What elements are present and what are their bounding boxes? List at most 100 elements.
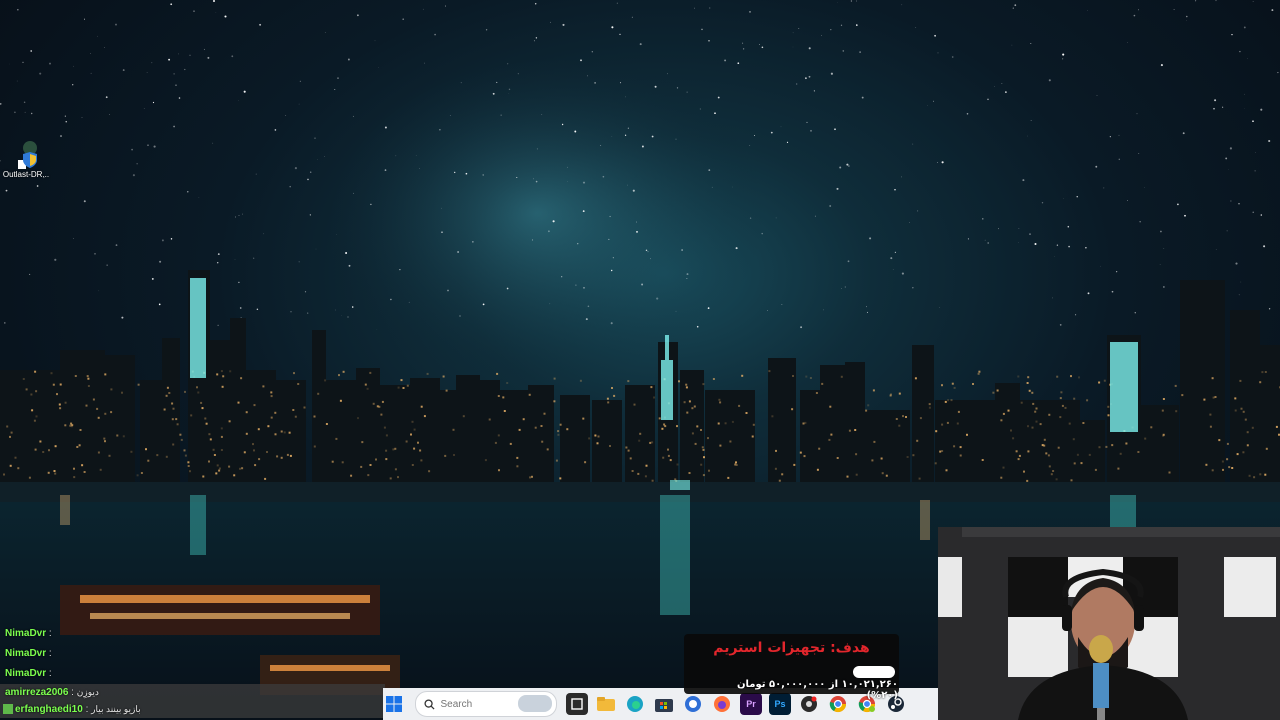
building-light [413,447,416,450]
star [836,187,839,190]
star [786,141,789,144]
building-light [213,454,216,456]
desktop-shortcut-outlast[interactable]: Outlast-DR... [2,140,50,179]
building-light [76,446,79,448]
star [850,0,853,2]
building-light [559,477,562,480]
building-light [966,433,968,436]
building-light [498,469,500,472]
building-light [1018,454,1021,457]
building-light [497,434,500,437]
building-light [216,464,219,467]
windows-start-icon[interactable] [383,693,405,715]
building-light [1211,377,1214,380]
taskbar-search-box[interactable] [414,691,557,717]
star [694,7,695,9]
star [533,40,535,42]
building-light [394,468,397,471]
star [1176,203,1179,206]
star [834,128,836,131]
search-icon [423,695,435,714]
building-light [712,378,715,380]
building-light [528,393,531,396]
building-light [1105,445,1108,448]
building-light [941,450,944,452]
building-light [400,379,403,382]
building-light [625,446,628,449]
building-light [799,451,802,454]
building-light [731,420,734,423]
microsoft-store-icon[interactable] [653,693,675,715]
building-light [58,403,61,406]
star [1225,157,1228,160]
building-light [708,469,710,472]
building-light [116,434,119,437]
building-light [693,405,696,408]
building-light [803,455,806,458]
star [982,218,984,220]
building-light [631,470,634,472]
building-light [262,385,265,388]
star [580,59,582,62]
star [1096,95,1098,96]
building-light [190,414,193,417]
desktop-shortcut-label: Outlast-DR... [2,170,50,179]
star [449,115,451,116]
star [14,111,16,114]
star [454,171,456,174]
star [90,53,91,54]
building-light [34,370,37,373]
building-light [771,415,774,418]
star [516,176,518,179]
star [1014,4,1017,7]
building-light [197,391,200,394]
building-light [1070,375,1072,378]
building-light [81,464,84,467]
building-light [1023,470,1025,473]
building-light [1028,389,1031,392]
building-light [233,474,236,477]
building-light [543,412,546,415]
building-light [638,439,641,442]
star [639,43,642,46]
building-light [663,423,666,426]
building-light [369,371,372,374]
building-light [815,392,818,394]
building-light [703,456,705,459]
building-light [846,475,849,478]
building-light [774,467,777,470]
star [1012,7,1014,9]
star [49,62,51,65]
building-light [245,432,248,435]
star [582,181,586,184]
building-light [266,451,268,453]
building-light [1082,422,1085,424]
file-explorer-icon[interactable] [595,693,617,715]
building-light [137,383,140,386]
building-light [1222,468,1224,471]
building-light [92,398,95,401]
building-light [361,441,364,444]
star [1138,152,1140,155]
search-input[interactable] [438,697,523,711]
phone-link-icon[interactable] [682,693,704,715]
building-light [59,383,62,386]
building-light [529,476,532,479]
building-light [686,411,689,414]
building-light [950,399,953,402]
building-light [553,400,556,403]
star [1243,26,1246,29]
star [234,216,236,218]
building-light [978,370,981,373]
star [115,244,118,246]
building-light [872,389,875,392]
task-view-icon[interactable] [566,693,588,715]
building-light [331,460,334,463]
building-light [751,435,754,438]
star [934,34,936,37]
building-light [140,472,143,474]
building-light [1264,371,1267,373]
edge-icon[interactable] [624,693,646,715]
building-light [696,425,699,428]
building-light [39,440,42,443]
